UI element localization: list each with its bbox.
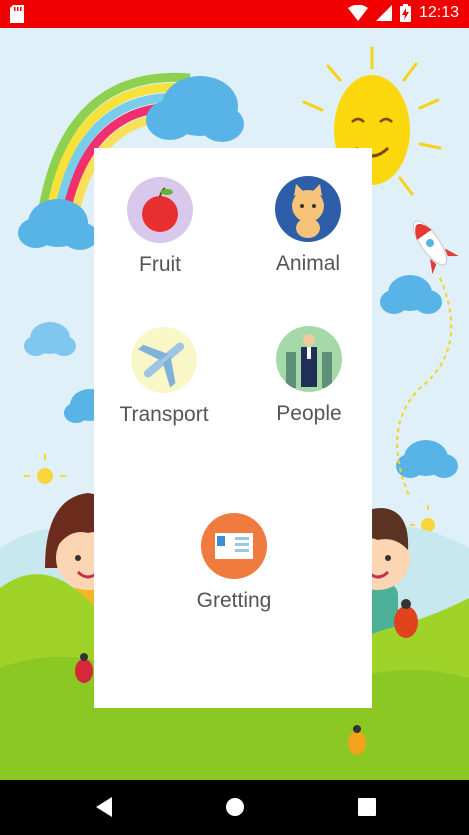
status-bar: 12:13 <box>0 0 469 28</box>
cloud-icon <box>380 275 442 314</box>
category-transport[interactable]: Transport <box>104 327 224 427</box>
category-label: People <box>276 402 342 425</box>
home-icon[interactable] <box>224 796 246 818</box>
people-icon <box>286 334 332 388</box>
category-label: Transport <box>119 403 209 426</box>
back-icon[interactable] <box>94 796 114 818</box>
category-label: Gretting <box>196 589 272 612</box>
navigation-bar <box>0 780 469 835</box>
airplane-icon <box>137 342 185 388</box>
sd-card-icon <box>10 5 24 23</box>
cat-icon <box>292 184 324 238</box>
apple-icon <box>142 187 178 232</box>
cloud-icon <box>18 199 98 250</box>
lightbulb-icon <box>24 454 66 484</box>
greeting-card-icon <box>215 533 253 559</box>
category-people[interactable]: People <box>249 326 369 426</box>
home-screen: Fruit Animal Transport People Gretting <box>0 28 469 780</box>
recents-icon[interactable] <box>357 796 377 818</box>
cell-signal-icon <box>375 5 392 21</box>
category-label: Animal <box>275 252 341 275</box>
category-fruit[interactable]: Fruit <box>100 177 220 277</box>
wifi-icon <box>347 5 368 21</box>
cloud-icon <box>396 440 458 478</box>
cloud-icon <box>24 322 76 356</box>
category-animal[interactable]: Animal <box>248 176 368 276</box>
rocket-icon <box>412 220 459 275</box>
status-time: 12:13 <box>418 4 459 21</box>
category-label: Fruit <box>139 253 181 276</box>
battery-charging-icon <box>399 4 411 22</box>
category-greeting[interactable]: Gretting <box>174 513 294 613</box>
